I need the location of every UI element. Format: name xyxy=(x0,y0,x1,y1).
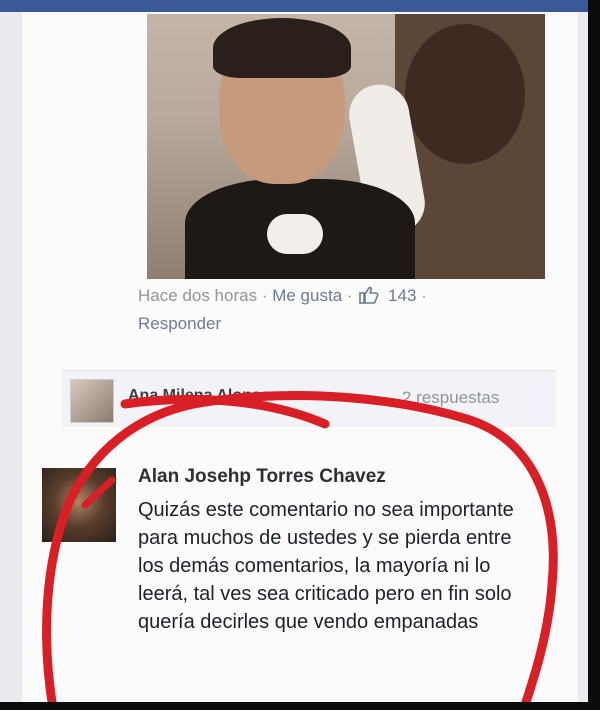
comment-author[interactable]: Alan Josehp Torres Chavez xyxy=(138,466,386,488)
photo-person-hair-top xyxy=(213,18,351,78)
separator: · xyxy=(261,286,268,305)
screenshot: Hace dos horas · Me gusta · 143 · Respon… xyxy=(0,0,600,710)
reply-link[interactable]: Responder xyxy=(138,314,221,333)
replies-bar[interactable]: Ana Milena Alonso 2 respuestas xyxy=(62,370,556,427)
separator: · xyxy=(346,286,353,305)
replies-count[interactable]: 2 respuestas xyxy=(402,388,499,408)
like-count[interactable]: 143 xyxy=(388,286,416,305)
replier-avatar xyxy=(70,379,114,423)
frame-edge-bottom xyxy=(0,702,600,710)
photo-child-leg xyxy=(267,214,323,254)
post-photo[interactable] xyxy=(147,14,545,279)
post-meta: Hace dos horas · Me gusta · 143 · Respon… xyxy=(138,282,538,338)
post-time: Hace dos horas xyxy=(138,286,258,305)
separator: · xyxy=(421,286,427,305)
frame-edge-right xyxy=(588,0,600,710)
commenter-avatar[interactable] xyxy=(42,468,116,542)
replier-name[interactable]: Ana Milena Alonso xyxy=(128,387,271,405)
comment-text: Quizás este comentario no sea importante… xyxy=(138,499,514,633)
like-link[interactable]: Me gusta xyxy=(272,286,342,305)
photo-person-hair xyxy=(405,24,525,164)
thumbs-up-icon xyxy=(359,286,379,304)
top-bar xyxy=(0,0,600,12)
